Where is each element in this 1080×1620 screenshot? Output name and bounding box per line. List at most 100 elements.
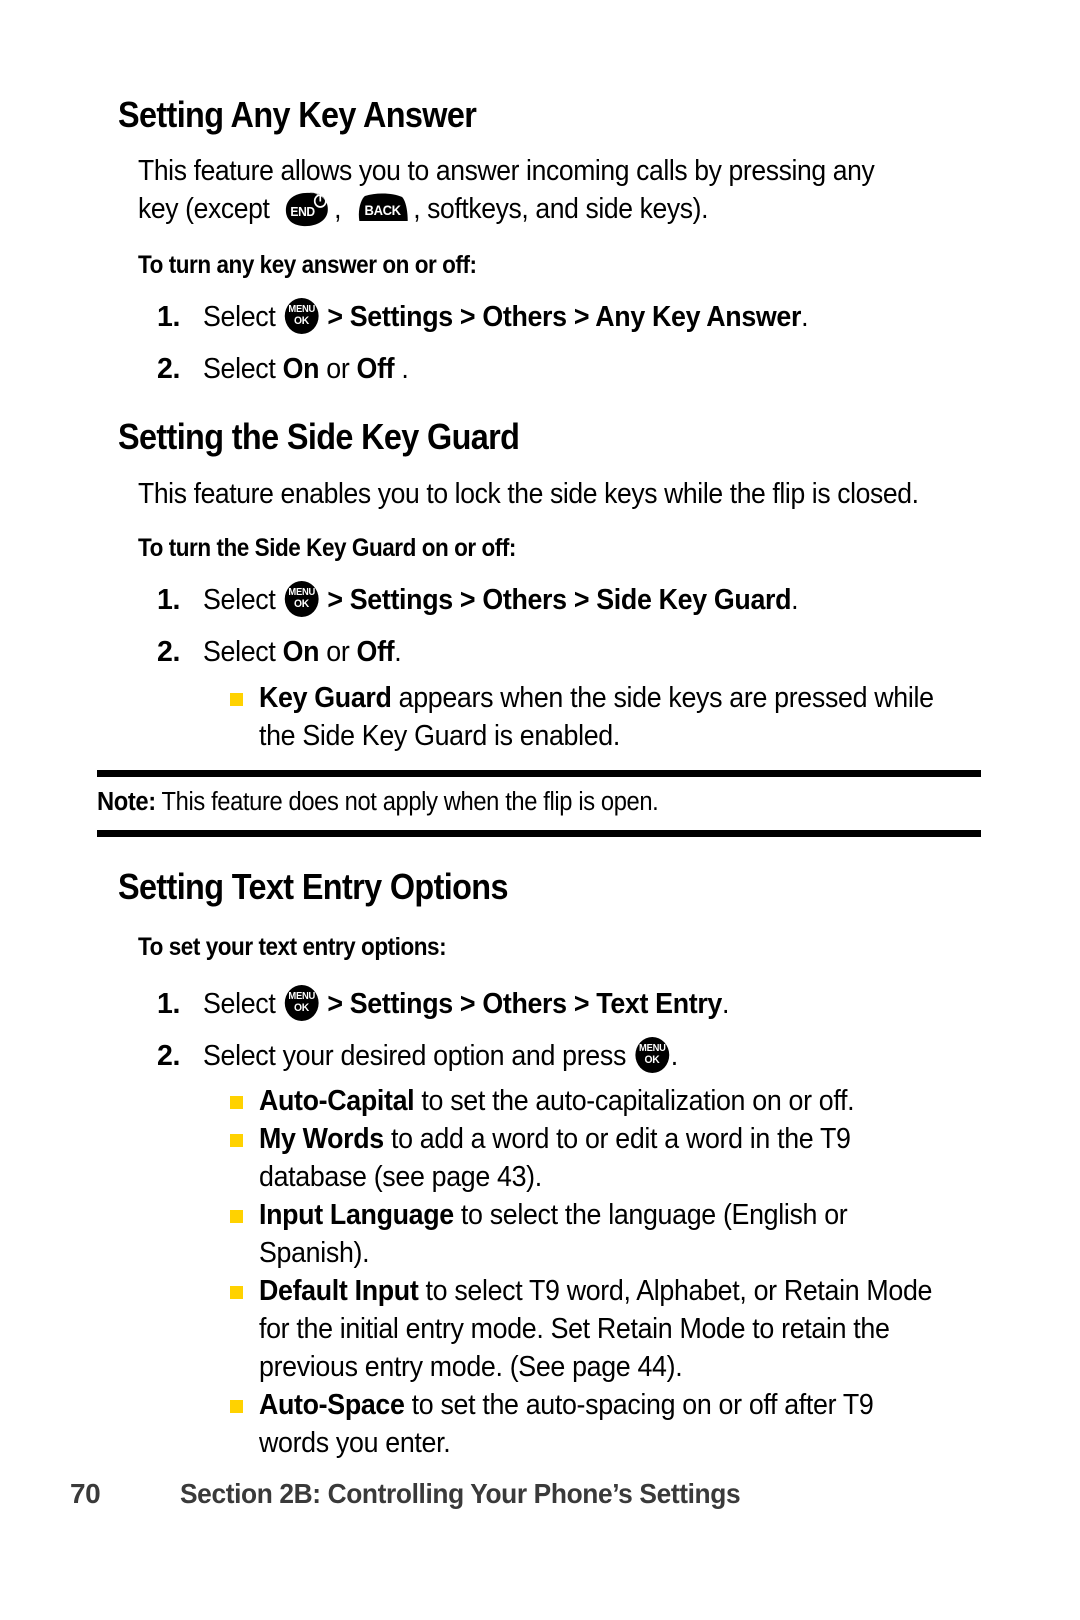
step-text: Select MENU OK > Settings > Others > Any … bbox=[203, 298, 940, 336]
step-text: Select MENU OK > Settings > Others > Text… bbox=[203, 985, 940, 1023]
step-suffix: . bbox=[722, 988, 730, 1020]
back-key-icon: BACK bbox=[350, 191, 411, 225]
square-bullet-icon bbox=[230, 1096, 243, 1109]
step-number: 1. bbox=[157, 301, 181, 333]
list-item-text: Default Input to select T9 word, Alphabe… bbox=[259, 1272, 946, 1386]
note-box-inner: Note: This feature does not apply when t… bbox=[97, 770, 981, 837]
square-bullet-icon bbox=[230, 1286, 243, 1299]
step-suffix: . bbox=[801, 301, 809, 333]
list-item-term: My Words bbox=[259, 1123, 384, 1155]
menu-ok-key-icon: MENU OK bbox=[284, 581, 319, 617]
steps-any-key-answer: 1. Select MENU OK > Settings > Others > A… bbox=[157, 298, 987, 388]
step-item: 1. Select MENU OK > Settings > Others > A… bbox=[157, 298, 987, 336]
option-off: Off bbox=[356, 636, 395, 668]
conjunction: or bbox=[319, 353, 357, 385]
step-prefix: Select bbox=[203, 301, 283, 333]
list-item: Input Language to select the language (E… bbox=[230, 1196, 990, 1272]
menu-ok-key-icon: MENU OK bbox=[284, 298, 319, 334]
step-prefix: Select bbox=[203, 584, 283, 616]
list-item-term: Default Input bbox=[259, 1275, 419, 1307]
note-body: This feature does not apply when the fli… bbox=[155, 788, 659, 816]
menu-icon-label-top: MENU bbox=[288, 586, 315, 598]
step-suffix: . bbox=[670, 1040, 678, 1072]
menu-path-separator: > bbox=[320, 301, 350, 333]
step-item: 2. Select your desired option and press … bbox=[157, 1037, 987, 1075]
step-number: 1. bbox=[157, 584, 181, 616]
square-bullet-icon bbox=[230, 693, 243, 706]
section-heading-any-key-answer: Setting Any Key Answer bbox=[118, 94, 477, 135]
menu-icon-label-bottom: OK bbox=[644, 1054, 660, 1066]
menu-path: Settings > Others > Side Key Guard bbox=[349, 584, 792, 616]
section-heading-side-key-guard: Setting the Side Key Guard bbox=[118, 416, 520, 457]
menu-icon-label-top: MENU bbox=[288, 990, 315, 1002]
list-item: Key Guard appears when the side keys are… bbox=[230, 679, 990, 755]
bullet-list-side-key-guard: Key Guard appears when the side keys are… bbox=[230, 679, 990, 755]
list-item-term: Key Guard bbox=[259, 682, 392, 714]
step-item: 1. Select MENU OK > Settings > Others > T… bbox=[157, 985, 987, 1023]
page-number: 70 bbox=[70, 1478, 101, 1509]
note-label: Note: bbox=[97, 788, 156, 816]
note-box: Note: This feature does not apply when t… bbox=[97, 770, 981, 837]
subheading-set-text-entry-options: To set your text entry options: bbox=[138, 933, 447, 961]
step-text: Select MENU OK > Settings > Others > Side… bbox=[203, 581, 940, 619]
step-prefix: Select bbox=[203, 988, 283, 1020]
footer-section-title: Section 2B: Controlling Your Phone’s Set… bbox=[180, 1478, 741, 1509]
steps-side-key-guard: 1. Select MENU OK > Settings > Others > S… bbox=[157, 581, 987, 671]
step-text: Select On or Off . bbox=[203, 350, 940, 388]
footer-row: 70 Section 2B: Controlling Your Phone’s … bbox=[70, 1478, 1010, 1510]
svg-text:BACK: BACK bbox=[364, 203, 401, 219]
list-item-term: Auto-Space bbox=[259, 1389, 405, 1421]
option-on: On bbox=[282, 353, 320, 385]
page-footer: 70 Section 2B: Controlling Your Phone’s … bbox=[70, 1478, 1010, 1510]
step-text: Select On or Off. bbox=[203, 633, 940, 671]
note-content: Note: This feature does not apply when t… bbox=[97, 786, 977, 818]
end-key-icon: END bbox=[278, 190, 332, 228]
step-number: 1. bbox=[157, 988, 181, 1020]
list-item-text: Auto-Capital to set the auto-capitalizat… bbox=[259, 1082, 946, 1120]
list-item: Default Input to select T9 word, Alphabe… bbox=[230, 1272, 990, 1386]
conjunction: or bbox=[319, 636, 357, 668]
section-intro-any-key-answer: This feature allows you to answer incomi… bbox=[138, 152, 910, 228]
step-item: 1. Select MENU OK > Settings > Others > S… bbox=[157, 581, 987, 619]
step-item: 2. Select On or Off . bbox=[157, 350, 987, 388]
step-prefix: Select bbox=[203, 353, 283, 385]
square-bullet-icon bbox=[230, 1210, 243, 1223]
list-item: Auto-Space to set the auto-spacing on or… bbox=[230, 1386, 990, 1462]
intro-text-part3: , softkeys, and side keys). bbox=[413, 193, 709, 225]
steps-text-entry-options: 1. Select MENU OK > Settings > Others > T… bbox=[157, 985, 987, 1075]
manual-page: Setting Any Key Answer This feature allo… bbox=[0, 0, 1080, 1620]
list-item: My Words to add a word to or edit a word… bbox=[230, 1120, 990, 1196]
menu-path-separator: > bbox=[320, 584, 350, 616]
menu-icon-label-top: MENU bbox=[638, 1042, 666, 1054]
section-heading-text-entry-options: Setting Text Entry Options bbox=[118, 866, 508, 907]
subheading-turn-side-key-guard: To turn the Side Key Guard on or off: bbox=[138, 534, 516, 562]
step-number: 2. bbox=[157, 353, 181, 385]
menu-icon-label-top: MENU bbox=[288, 303, 315, 315]
list-item-term: Input Language bbox=[259, 1199, 454, 1231]
list-item-text: Key Guard appears when the side keys are… bbox=[259, 679, 946, 755]
menu-ok-key-icon: MENU OK bbox=[635, 1037, 669, 1073]
list-item-text: Input Language to select the language (E… bbox=[259, 1196, 946, 1272]
step-number: 2. bbox=[157, 636, 181, 668]
list-item-text: My Words to add a word to or edit a word… bbox=[259, 1120, 946, 1196]
square-bullet-icon bbox=[230, 1400, 243, 1413]
step-prefix: Select bbox=[203, 636, 283, 668]
step-suffix: . bbox=[791, 584, 799, 616]
menu-ok-key-icon: MENU OK bbox=[284, 985, 319, 1021]
menu-icon-label-bottom: OK bbox=[293, 598, 309, 610]
list-item-text: Auto-Space to set the auto-spacing on or… bbox=[259, 1386, 946, 1462]
menu-path: Settings > Others > Text Entry bbox=[349, 988, 723, 1020]
list-item-description: to set the auto-capitalization on or off… bbox=[414, 1085, 855, 1117]
menu-path-separator: > bbox=[320, 988, 350, 1020]
step-prefix: Select your desired option and press bbox=[203, 1040, 634, 1072]
menu-icon-label-bottom: OK bbox=[293, 315, 309, 327]
bullet-list-text-entry-options: Auto-Capital to set the auto-capitalizat… bbox=[230, 1082, 990, 1462]
section-intro-side-key-guard: This feature enables you to lock the sid… bbox=[138, 478, 919, 510]
step-text: Select your desired option and press MEN… bbox=[203, 1037, 940, 1075]
step-suffix: . bbox=[394, 636, 402, 668]
list-item-term: Auto-Capital bbox=[259, 1085, 415, 1117]
option-on: On bbox=[282, 636, 320, 668]
menu-path: Settings > Others > Any Key Answer bbox=[349, 301, 802, 333]
step-suffix: . bbox=[394, 353, 409, 385]
option-off: Off bbox=[356, 353, 395, 385]
